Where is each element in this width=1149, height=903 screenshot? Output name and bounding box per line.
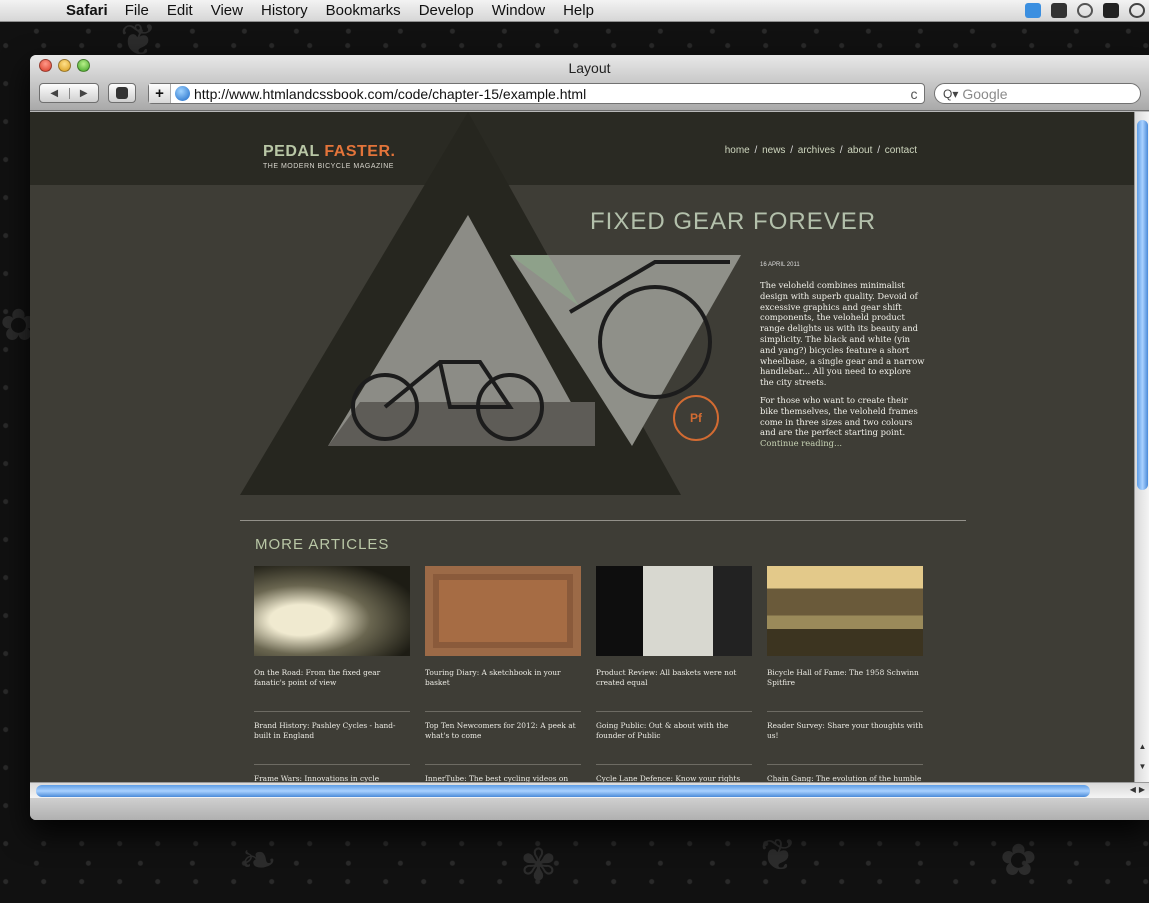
- wallpaper-ornament: ✿: [1000, 835, 1037, 886]
- scroll-left-icon[interactable]: ◀: [1130, 785, 1136, 794]
- address-url[interactable]: http://www.htmlandcssbook.com/code/chapt…: [194, 86, 904, 102]
- bike-sketch: [433, 574, 573, 648]
- article-link[interactable]: Brand History: Pashley Cycles - hand-bui…: [254, 721, 410, 765]
- article-thumbnails: [254, 566, 923, 656]
- article-column: Bicycle Hall of Fame: The 1958 Schwinn S…: [767, 668, 923, 782]
- scroll-right-icon[interactable]: ▶: [1139, 785, 1145, 794]
- hero-title[interactable]: FIXED GEAR FOREVER: [590, 208, 876, 236]
- evernote-icon: [116, 87, 128, 99]
- nav-home[interactable]: home: [725, 145, 750, 156]
- article-link[interactable]: Bicycle Hall of Fame: The 1958 Schwinn S…: [767, 668, 923, 712]
- nav-about[interactable]: about: [847, 145, 872, 156]
- article-link[interactable]: Going Public: Out & about with the found…: [596, 721, 752, 765]
- article-list: On the Road: From the fixed gear fanatic…: [254, 668, 923, 782]
- hero-date: 16 APRIL 2011: [760, 262, 800, 268]
- sync-icon[interactable]: [1129, 3, 1145, 18]
- thumbnail-basket[interactable]: [596, 566, 752, 656]
- forward-button[interactable]: ▶: [70, 88, 99, 99]
- logo-tagline: THE MODERN BICYCLE MAGAZINE: [263, 163, 394, 170]
- article-column: Touring Diary: A sketchbook in your bask…: [425, 668, 581, 782]
- search-field[interactable]: Q▾ Google: [934, 83, 1141, 104]
- back-button[interactable]: ◀: [40, 87, 70, 99]
- article-link[interactable]: Top Ten Newcomers for 2012: A peek at wh…: [425, 721, 581, 765]
- display-icon[interactable]: [1103, 3, 1119, 18]
- hero-paragraph-1: The veloheld combines minimalist design …: [760, 280, 925, 388]
- logo-primary: PEDAL: [263, 143, 320, 160]
- wallpaper-ornament: ❧: [240, 835, 277, 886]
- article-column: Product Review: All baskets were not cre…: [596, 668, 752, 782]
- status-bar: [30, 798, 1149, 820]
- hero-paragraph-2: For those who want to create their bike …: [760, 395, 925, 449]
- thumbnail-road[interactable]: [254, 566, 410, 656]
- search-icon: Q▾: [943, 86, 959, 101]
- horizontal-scroll-arrows: ◀ ▶: [1130, 785, 1145, 794]
- vertical-scroll-thumb[interactable]: [1137, 120, 1148, 490]
- hero-paragraph-2-text: For those who want to create their bike …: [760, 394, 918, 438]
- horizontal-scrollbar[interactable]: ◀ ▶: [30, 782, 1149, 798]
- wallpaper-ornament: ❦: [760, 830, 797, 881]
- menu-edit[interactable]: Edit: [167, 2, 193, 19]
- menu-file[interactable]: File: [125, 2, 149, 19]
- continue-reading-link[interactable]: Continue reading...: [760, 438, 925, 449]
- nav-separator: /: [754, 145, 758, 156]
- nav-separator: /: [877, 145, 880, 156]
- time-machine-icon[interactable]: [1077, 3, 1093, 18]
- menu-app-name[interactable]: Safari: [66, 2, 108, 19]
- site-nav: home / news / archives / about / contact: [725, 145, 917, 156]
- nav-separator: /: [790, 145, 793, 156]
- vertical-scrollbar[interactable]: ▲ ▼: [1134, 112, 1149, 782]
- nav-archives[interactable]: archives: [798, 145, 835, 156]
- evernote-button[interactable]: [108, 83, 136, 103]
- address-bar[interactable]: + http://www.htmlandcssbook.com/code/cha…: [148, 83, 925, 104]
- section-divider: [240, 520, 966, 521]
- menu-bookmarks[interactable]: Bookmarks: [326, 2, 401, 19]
- logo-accent: FASTER.: [324, 143, 396, 160]
- scroll-down-icon[interactable]: ▼: [1135, 762, 1149, 771]
- pf-badge-icon: Pf: [673, 395, 719, 441]
- reload-button[interactable]: c: [904, 86, 924, 102]
- window-title: Layout: [568, 60, 611, 76]
- menu-help[interactable]: Help: [563, 2, 594, 19]
- article-link[interactable]: Frame Wars: Innovations in cycle manufac…: [254, 774, 410, 782]
- title-bar: Layout ◀ ▶ + http://www.htmlandcssbook.c…: [30, 55, 1149, 111]
- article-link[interactable]: Cycle Lane Defence: Know your rights: [596, 774, 752, 782]
- menu-history[interactable]: History: [261, 2, 308, 19]
- nav-contact[interactable]: contact: [885, 145, 917, 156]
- scroll-up-icon[interactable]: ▲: [1135, 742, 1149, 751]
- dropbox-icon[interactable]: [1025, 3, 1041, 18]
- more-articles-heading: MORE ARTICLES: [255, 536, 390, 553]
- menu-bar: Safari File Edit View History Bookmarks …: [0, 0, 1149, 22]
- page-viewport: PEDAL FASTER. THE MODERN BICYCLE MAGAZIN…: [30, 112, 1134, 782]
- badge-text: Pf: [690, 411, 702, 425]
- wallpaper-ornament: ✾: [520, 840, 557, 891]
- site-logo[interactable]: PEDAL FASTER. THE MODERN BICYCLE MAGAZIN…: [263, 143, 395, 170]
- article-link[interactable]: Product Review: All baskets were not cre…: [596, 668, 752, 712]
- evernote-icon[interactable]: [1051, 3, 1067, 18]
- logo-wordmark: PEDAL FASTER.: [263, 143, 395, 161]
- article-link[interactable]: Reader Survey: Share your thoughts with …: [767, 721, 923, 765]
- article-link[interactable]: On the Road: From the fixed gear fanatic…: [254, 668, 410, 712]
- article-link[interactable]: Touring Diary: A sketchbook in your bask…: [425, 668, 581, 712]
- browser-window: Layout ◀ ▶ + http://www.htmlandcssbook.c…: [30, 55, 1149, 820]
- status-icons: [1025, 3, 1145, 18]
- menu-develop[interactable]: Develop: [419, 2, 474, 19]
- thumbnail-spitfire[interactable]: [767, 566, 923, 656]
- menu-view[interactable]: View: [211, 2, 243, 19]
- back-forward-buttons: ◀ ▶: [39, 83, 99, 103]
- horizontal-scroll-thumb[interactable]: [36, 785, 1090, 797]
- search-placeholder: Google: [962, 85, 1008, 102]
- article-column: On the Road: From the fixed gear fanatic…: [254, 668, 410, 782]
- hero-body: The veloheld combines minimalist design …: [760, 280, 925, 456]
- article-link[interactable]: InnerTube: The best cycling videos on th…: [425, 774, 581, 782]
- article-link[interactable]: Chain Gang: The evolution of the humble …: [767, 774, 923, 782]
- menu-window[interactable]: Window: [492, 2, 545, 19]
- nav-news[interactable]: news: [762, 145, 785, 156]
- thumbnail-sketchbook[interactable]: [425, 566, 581, 656]
- add-bookmark-button[interactable]: +: [149, 84, 171, 103]
- globe-icon: [175, 86, 190, 101]
- nav-separator: /: [839, 145, 843, 156]
